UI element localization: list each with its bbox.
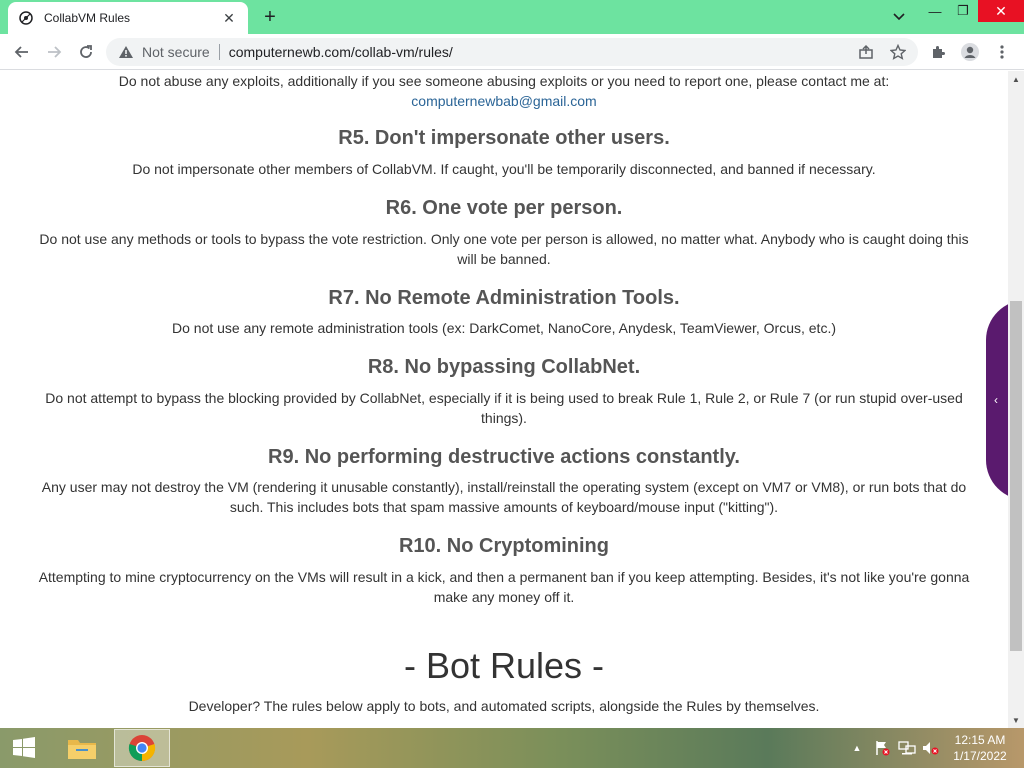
clock-date: 1/17/2022 <box>953 749 1007 763</box>
taskbar: ▲ 12:15 AM 1/17/2022 <box>0 728 1024 768</box>
system-clock[interactable]: 12:15 AM 1/17/2022 <box>945 732 1015 764</box>
vertical-scrollbar[interactable]: ▲ ▼ <box>1008 71 1024 728</box>
browser-window: CollabVM Rules ✕ + — ❐ ✕ Not secure comp… <box>0 0 1024 768</box>
minimize-button[interactable]: — <box>920 0 950 22</box>
chevron-left-icon: ‹ <box>994 393 998 407</box>
action-center-flag-icon[interactable] <box>872 728 892 768</box>
tab-strip: CollabVM Rules ✕ + — ❐ ✕ <box>0 0 1024 34</box>
rule-text-r8: Do not attempt to bypass the blocking pr… <box>45 390 963 426</box>
scroll-down-arrow-icon[interactable]: ▼ <box>1008 712 1024 728</box>
rule-text-r5: Do not impersonate other members of Coll… <box>132 161 876 177</box>
collabvm-logo-icon <box>18 10 34 26</box>
rules-intro-text: Do not abuse any exploits, additionally … <box>30 71 978 111</box>
tab-close-icon[interactable]: ✕ <box>220 9 238 27</box>
rule-heading-r5: R5. Don't impersonate other users. <box>338 127 670 149</box>
reload-icon[interactable] <box>72 38 100 66</box>
bot-rules-intro: Developer? The rules below apply to bots… <box>188 698 820 714</box>
file-explorer-icon[interactable] <box>54 729 110 767</box>
tray-overflow-icon[interactable]: ▲ <box>848 728 866 768</box>
chevron-down-icon[interactable] <box>886 6 912 28</box>
close-window-button[interactable]: ✕ <box>978 0 1024 22</box>
rule-heading-r7: R7. No Remote Administration Tools. <box>328 287 680 309</box>
address-bar[interactable]: Not secure computernewb.com/collab-vm/ru… <box>106 38 918 66</box>
profile-icon[interactable] <box>956 38 984 66</box>
bot-rules-title: - Bot Rules - <box>403 645 605 686</box>
scroll-up-arrow-icon[interactable]: ▲ <box>1008 71 1024 87</box>
rule-heading-r9: R9. No performing destructive actions co… <box>268 446 740 468</box>
new-tab-button[interactable]: + <box>256 5 284 29</box>
puzzle-icon[interactable] <box>924 38 952 66</box>
network-icon[interactable] <box>896 728 918 768</box>
chrome-taskbar-icon[interactable] <box>114 729 170 767</box>
maximize-button[interactable]: ❐ <box>948 0 978 22</box>
kebab-menu-icon[interactable] <box>988 38 1016 66</box>
rule-heading-r8: R8. No bypassing CollabNet. <box>367 356 641 378</box>
rule-text-r6: Do not use any methods or tools to bypas… <box>39 231 969 267</box>
star-icon[interactable] <box>884 38 912 66</box>
page-content: Do not abuse any exploits, additionally … <box>0 71 1008 728</box>
tab-title: CollabVM Rules <box>44 11 131 25</box>
tab-collabvm-rules[interactable]: CollabVM Rules ✕ <box>8 2 248 34</box>
warning-icon[interactable] <box>118 44 134 60</box>
exploit-report-text: Do not abuse any exploits, additionally … <box>118 73 890 89</box>
browser-toolbar: Not secure computernewb.com/collab-vm/ru… <box>0 34 1024 70</box>
volume-muted-icon[interactable] <box>920 728 940 768</box>
share-icon[interactable] <box>852 38 880 66</box>
rule-heading-r10: R10. No Cryptomining <box>398 535 609 557</box>
rule-text-r9: Any user may not destroy the VM (renderi… <box>41 479 967 515</box>
forward-arrow-icon[interactable] <box>40 38 68 66</box>
scroll-thumb[interactable] <box>1010 301 1022 651</box>
rule-text-r7: Do not use any remote administration too… <box>172 320 836 336</box>
clock-time: 12:15 AM <box>954 733 1006 747</box>
rule-heading-r6: R6. One vote per person. <box>385 197 623 219</box>
rule-text-r10: Attempting to mine cryptocurrency on the… <box>38 569 970 605</box>
contact-email-link[interactable]: computernewbab@gmail.com <box>411 93 596 109</box>
security-status-label[interactable]: Not secure <box>142 44 210 60</box>
omnibox-divider <box>218 44 220 60</box>
back-arrow-icon[interactable] <box>8 38 36 66</box>
url-text[interactable]: computernewb.com/collab-vm/rules/ <box>229 44 453 60</box>
windows-start-icon[interactable] <box>0 728 48 768</box>
